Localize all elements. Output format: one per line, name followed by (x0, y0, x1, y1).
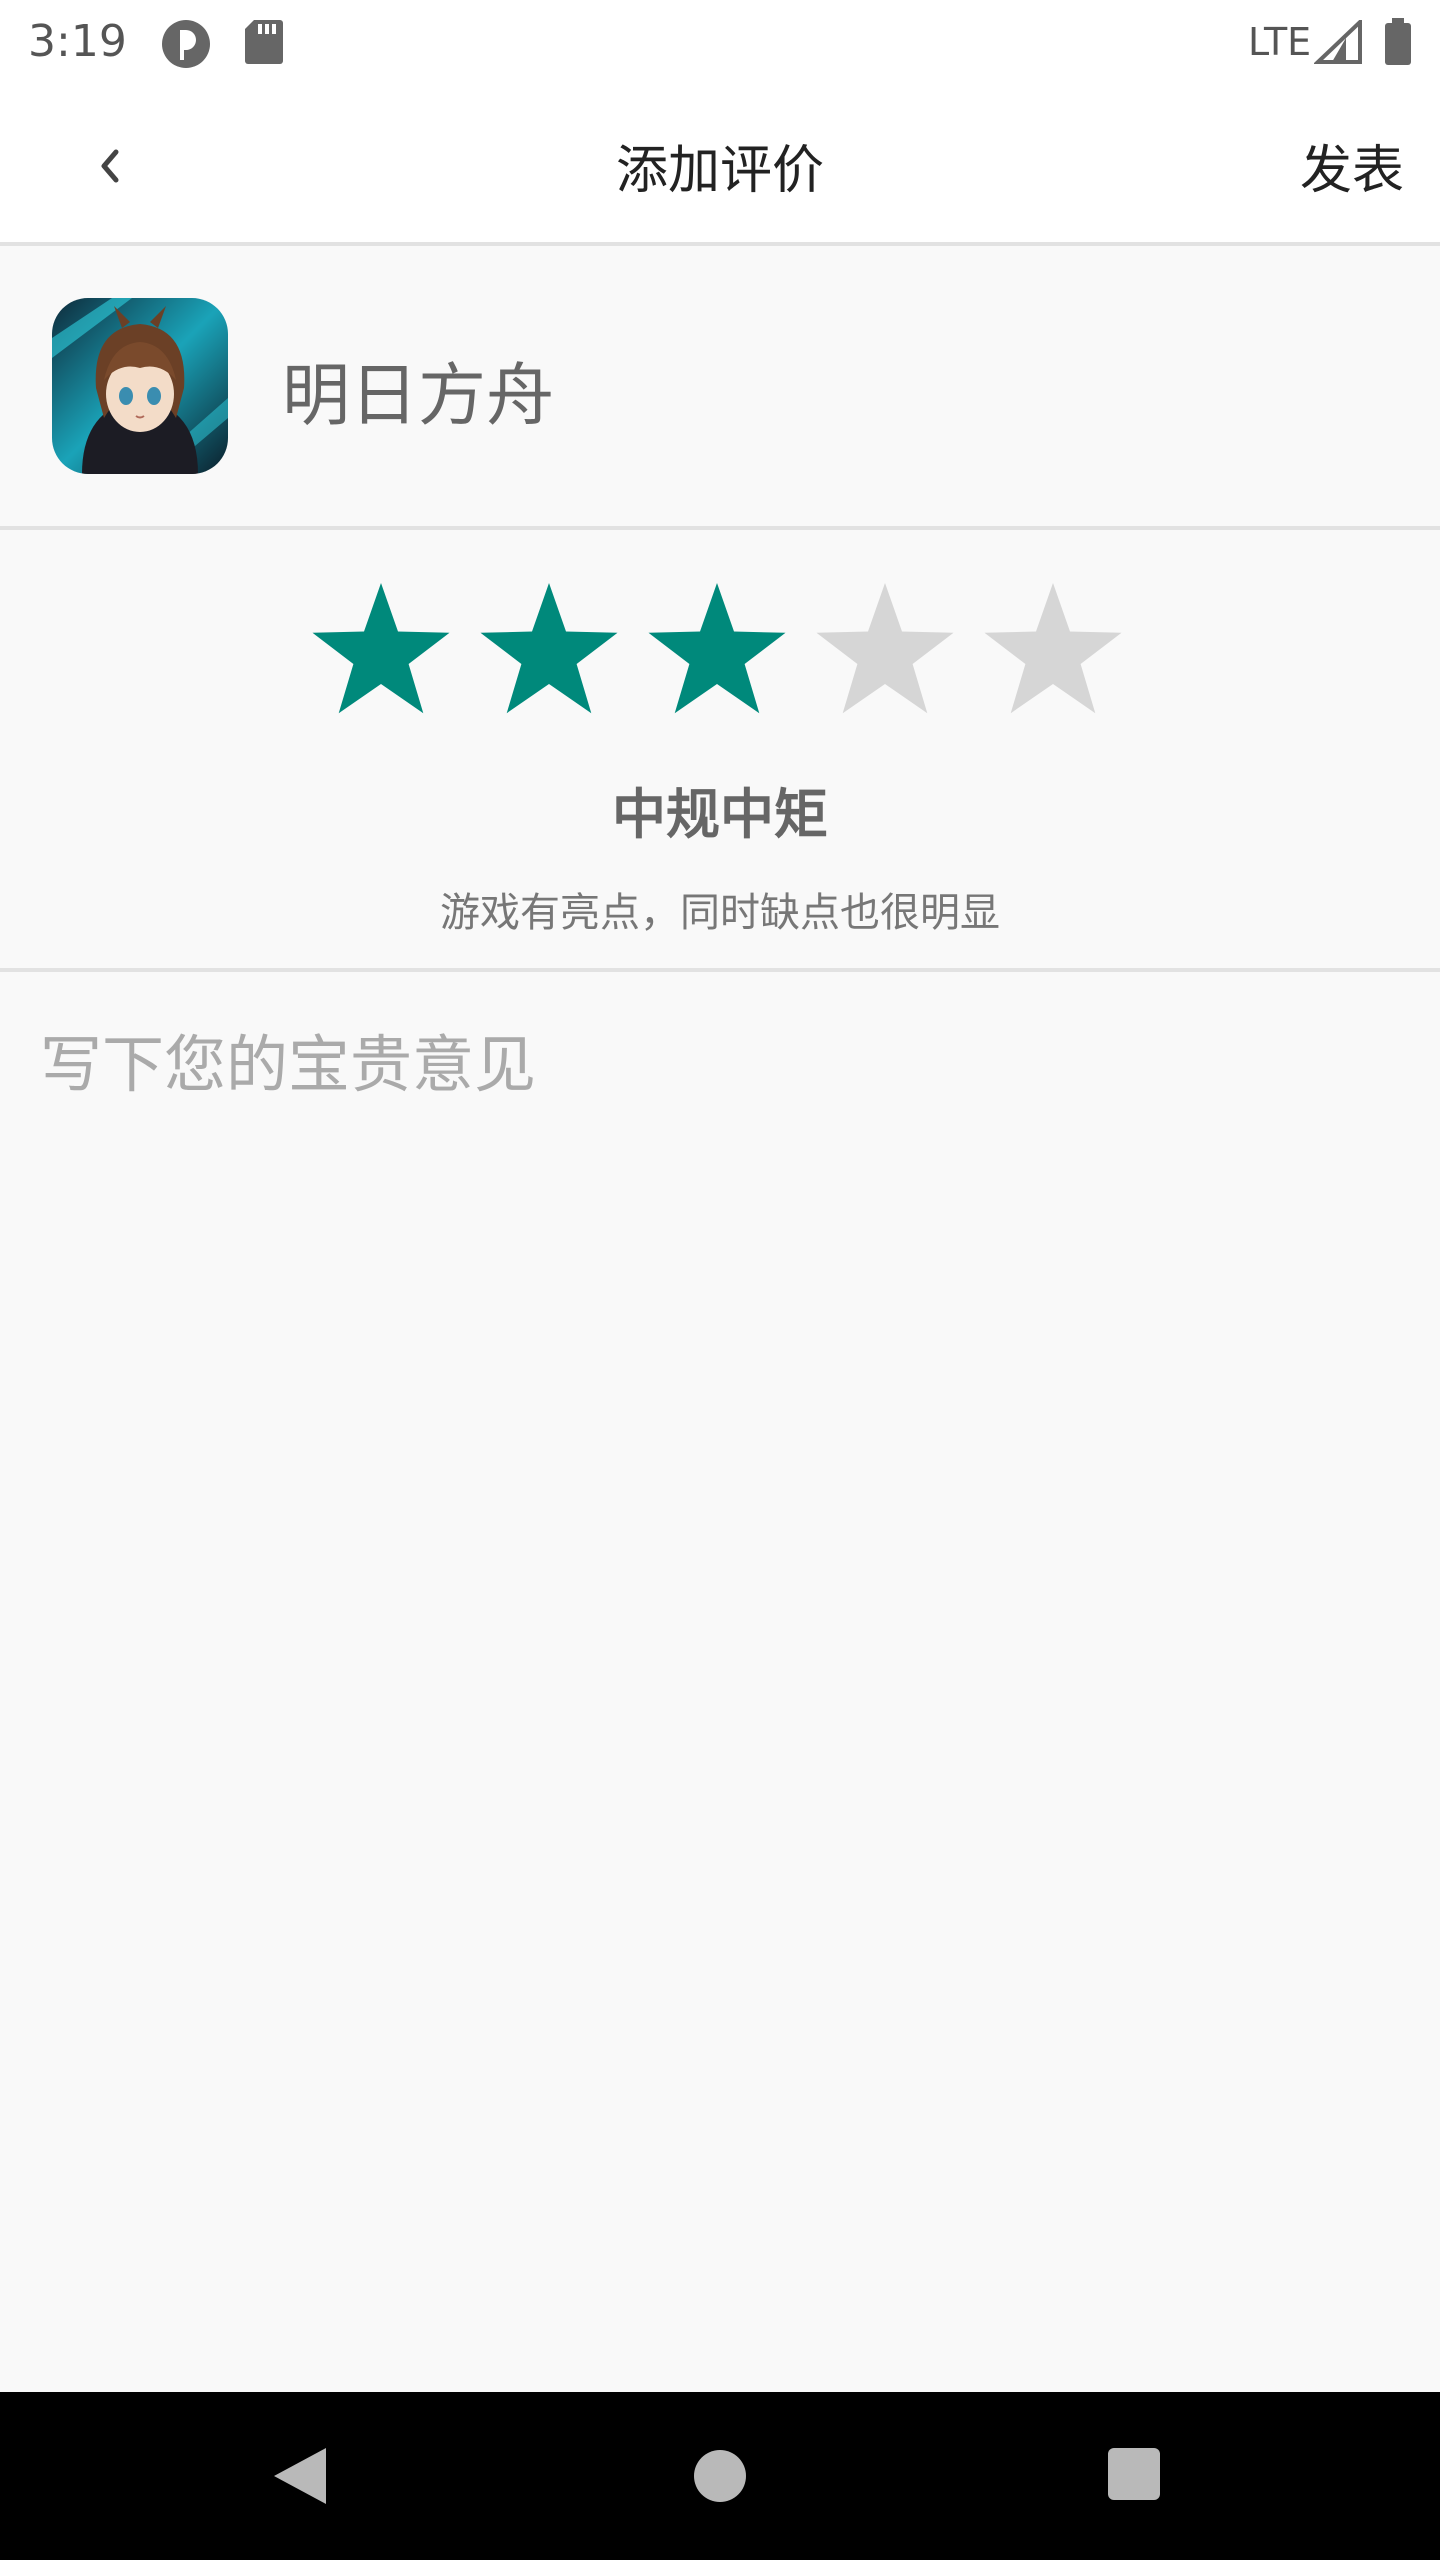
star-icon-1[interactable] (308, 578, 454, 724)
nav-home-icon[interactable] (694, 2450, 746, 2502)
star-icon-4[interactable] (812, 578, 958, 724)
status-bar: 3:19 LTE (0, 0, 1440, 84)
battery-icon (1383, 18, 1413, 66)
star-icon-3[interactable] (644, 578, 790, 724)
star-rating (308, 578, 1138, 728)
app-bar: 添加评价 发表 (0, 84, 1440, 246)
rating-section: 中规中矩 游戏有亮点，同时缺点也很明显 (0, 530, 1440, 972)
sd-card-icon (244, 18, 284, 66)
app-info-row: 明日方舟 (0, 246, 1440, 530)
app-name: 明日方舟 (282, 357, 555, 436)
game-app-icon (52, 298, 228, 474)
nav-back-icon[interactable] (270, 2444, 330, 2508)
signal-icon (1313, 17, 1362, 64)
page-title: 添加评价 (615, 141, 824, 201)
star-icon-5[interactable] (980, 578, 1126, 724)
publish-button[interactable]: 发表 (1300, 128, 1404, 203)
comment-area (0, 972, 1440, 2392)
notification-app-icon (160, 18, 212, 70)
star-icon-2[interactable] (476, 578, 622, 724)
comment-input[interactable] (38, 1012, 1402, 2316)
network-type: LTE (1248, 20, 1312, 64)
nav-recents-icon[interactable] (1108, 2448, 1160, 2500)
rating-description: 游戏有亮点，同时缺点也很明显 (440, 890, 1000, 936)
rating-label: 中规中矩 (612, 783, 828, 846)
navigation-bar (0, 2392, 1440, 2560)
status-time: 3:19 (28, 16, 127, 67)
